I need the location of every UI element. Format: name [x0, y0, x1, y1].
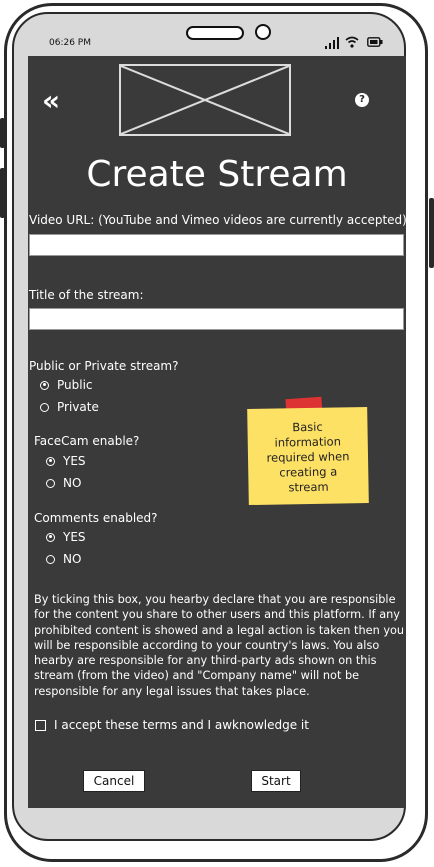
comments-label: Comments enabled?: [34, 511, 158, 525]
option-label: NO: [63, 552, 82, 566]
comments-option-yes[interactable]: YES: [46, 530, 86, 544]
note-line: stream: [288, 479, 329, 495]
video-url-label: Video URL: (YouTube and Vimeo videos are…: [29, 213, 406, 227]
radio-checked-icon: [46, 456, 55, 466]
accept-terms-label: I accept these terms and I awknowledge i…: [54, 718, 309, 732]
cancel-button[interactable]: Cancel: [83, 770, 145, 792]
visibility-option-private[interactable]: Private: [40, 400, 99, 414]
volume-button: [0, 168, 5, 218]
sticky-note: Basic information required when creating…: [247, 406, 369, 506]
accept-terms-checkbox-row[interactable]: I accept these terms and I awknowledge i…: [35, 718, 309, 732]
option-label: Private: [57, 400, 99, 414]
logo-placeholder-image: [119, 64, 291, 136]
option-label: YES: [63, 454, 86, 468]
status-time: 06:26 PM: [49, 38, 91, 48]
radio-unchecked-icon: [46, 478, 55, 488]
option-label: Public: [57, 378, 93, 392]
image-placeholder-icon: [120, 65, 290, 135]
help-button[interactable]: ?: [355, 93, 369, 107]
option-label: YES: [63, 530, 86, 544]
battery-icon: [367, 37, 383, 47]
radio-unchecked-icon: [46, 554, 55, 564]
stream-title-input[interactable]: [29, 308, 404, 330]
volume-button: [0, 118, 5, 148]
facecam-option-yes[interactable]: YES: [46, 454, 86, 468]
option-label: NO: [63, 476, 82, 490]
terms-text: By ticking this box, you hearby declare …: [34, 593, 405, 698]
visibility-option-public[interactable]: Public: [40, 378, 93, 392]
stream-title-label: Title of the stream:: [29, 288, 144, 302]
comments-option-no[interactable]: NO: [46, 552, 81, 566]
radio-checked-icon: [46, 532, 55, 542]
app-screen: « ? Create Stream Video URL: (YouTube an…: [28, 56, 406, 808]
back-button[interactable]: «: [42, 84, 60, 117]
double-chevron-left-icon: «: [42, 84, 60, 117]
radio-checked-icon: [40, 380, 49, 390]
facecam-label: FaceCam enable?: [34, 434, 140, 448]
page-title: Create Stream: [86, 154, 348, 195]
power-button: [429, 198, 434, 268]
status-bar: 06:26 PM: [29, 30, 405, 56]
signal-icon: [325, 37, 339, 49]
wifi-icon: [345, 36, 359, 48]
start-button[interactable]: Start: [251, 770, 301, 792]
radio-unchecked-icon: [40, 402, 49, 412]
facecam-option-no[interactable]: NO: [46, 476, 81, 490]
video-url-input[interactable]: [29, 234, 404, 256]
visibility-label: Public or Private stream?: [29, 359, 179, 373]
checkbox-icon[interactable]: [35, 719, 46, 731]
